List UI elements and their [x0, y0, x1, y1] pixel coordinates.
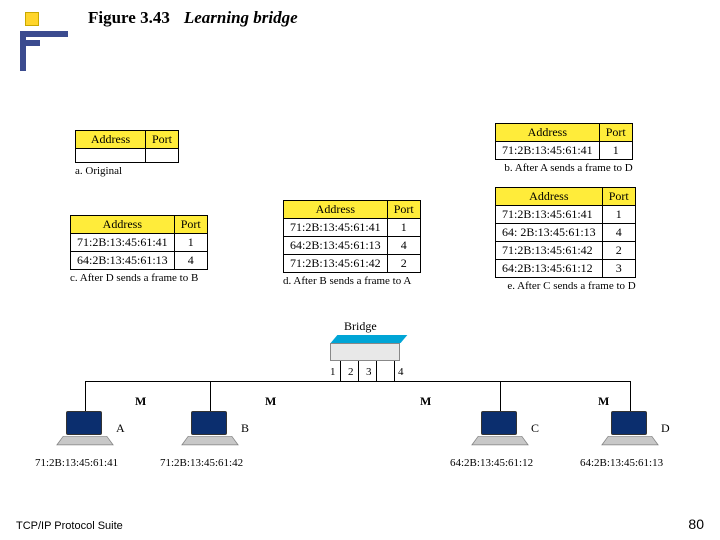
- laptop-b: [185, 411, 235, 451]
- host-b-label: B: [241, 421, 249, 436]
- figure-title: Learning bridge: [184, 8, 298, 28]
- table-d: AddressPort 71:2B:13:45:61:411 64:2B:13:…: [283, 200, 421, 273]
- caption-a: a. Original: [75, 165, 179, 177]
- m-badge-3: M: [420, 394, 431, 409]
- port-4-label: 4: [398, 366, 404, 378]
- network-diagram: Bridge 1 2 3 4 A B C D 71:2B:13:45:61:41…: [50, 335, 670, 495]
- figure-number: Figure 3.43: [88, 8, 170, 28]
- mac-d: 64:2B:13:45:61:13: [580, 457, 663, 469]
- caption-d: d. After B sends a frame to A: [283, 275, 421, 287]
- laptop-c: [475, 411, 525, 451]
- slide-corner-decoration: [20, 12, 48, 48]
- m-badge-1: M: [135, 394, 146, 409]
- caption-e: e. After C sends a frame to D: [495, 280, 636, 292]
- bridge-device: Bridge: [330, 335, 400, 363]
- table-e: AddressPort 71:2B:13:45:61:411 64: 2B:13…: [495, 187, 636, 278]
- host-c-label: C: [531, 421, 539, 436]
- port-3-label: 3: [366, 366, 372, 378]
- caption-c: c. After D sends a frame to B: [70, 272, 208, 284]
- table-c: AddressPort 71:2B:13:45:61:411 64:2B:13:…: [70, 215, 208, 270]
- table-b: AddressPort 71:2B:13:45:61:411: [495, 123, 633, 160]
- laptop-a: [60, 411, 110, 451]
- footer-text: TCP/IP Protocol Suite: [16, 520, 123, 532]
- m-badge-2: M: [265, 394, 276, 409]
- mac-a: 71:2B:13:45:61:41: [35, 457, 118, 469]
- port-1-label: 1: [330, 366, 336, 378]
- mac-c: 64:2B:13:45:61:12: [450, 457, 533, 469]
- laptop-d: [605, 411, 655, 451]
- table-a: AddressPort: [75, 130, 179, 163]
- port-2-label: 2: [348, 366, 354, 378]
- host-a-label: A: [116, 421, 125, 436]
- caption-b: b. After A sends a frame to D: [495, 162, 633, 174]
- m-badge-4: M: [598, 394, 609, 409]
- mac-b: 71:2B:13:45:61:42: [160, 457, 243, 469]
- host-d-label: D: [661, 421, 670, 436]
- page-number: 80: [688, 516, 704, 532]
